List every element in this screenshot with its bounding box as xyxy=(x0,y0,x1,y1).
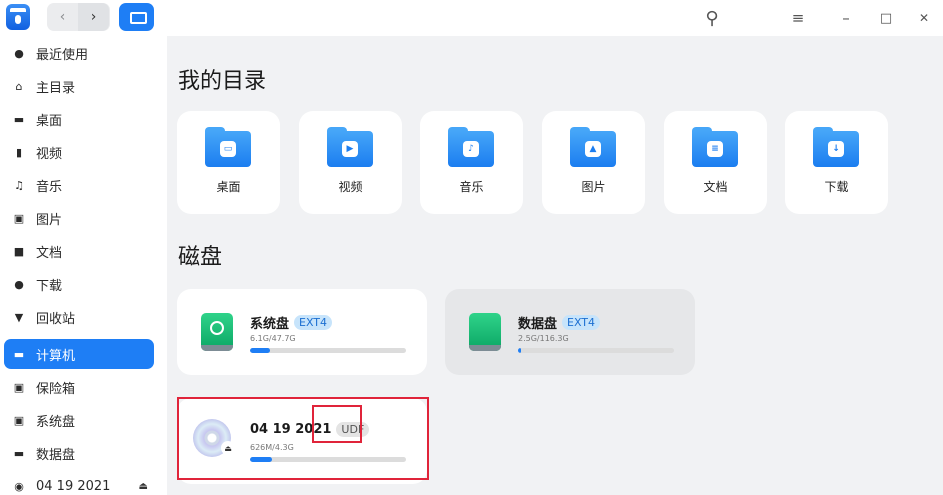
disk-usage-text: 2.5G/116.3G xyxy=(518,334,569,343)
sidebar-item-recent[interactable]: ● 最近使用 xyxy=(4,38,154,68)
menu-icon[interactable]: ≡ xyxy=(786,6,810,30)
disks-section-title: 磁盘 xyxy=(178,245,223,270)
sidebar-item-label: 图片 xyxy=(36,212,63,228)
music-folder-icon: ♪ xyxy=(448,127,494,167)
sidebar-item-pictures[interactable]: ▣ 图片 xyxy=(4,203,154,233)
sidebar-item-label: 回收站 xyxy=(36,311,76,327)
main-content: 我的目录 ▭ 桌面 ▶ 视频 ♪ 音乐 ▲ 图片 ≡ 文档 ↓ 下载 磁盘 系统… xyxy=(167,36,943,495)
sidebar-item-computer[interactable]: ▬ 计算机 xyxy=(4,339,154,369)
video-icon: ▮ xyxy=(15,145,23,159)
sidebar-item-label: 计算机 xyxy=(36,348,76,364)
data-disk-icon: ▬ xyxy=(13,446,25,460)
disk-usage-text: 6.1G/47.7G xyxy=(250,334,296,343)
folders-section-title: 我的目录 xyxy=(178,69,267,94)
highlight-box-badge xyxy=(312,405,362,443)
sidebar-item-optical-disc[interactable]: ◉ 04 19 2021 ⏏ xyxy=(4,471,154,495)
sidebar-item-label: 保险箱 xyxy=(36,381,76,397)
home-icon: ⌂ xyxy=(15,79,23,93)
vault-icon: ▣ xyxy=(13,380,25,394)
computer-icon: ▬ xyxy=(13,347,25,361)
folder-label: 图片 xyxy=(581,180,606,194)
sidebar-item-home[interactable]: ⌂ 主目录 xyxy=(4,71,154,101)
folder-label: 视频 xyxy=(338,180,363,194)
download-icon: ● xyxy=(14,277,24,291)
clock-icon: ● xyxy=(14,46,24,60)
view-mode-button[interactable] xyxy=(119,3,154,31)
sidebar-item-desktop[interactable]: ▬ 桌面 xyxy=(4,104,154,134)
eject-icon[interactable]: ⏏ xyxy=(139,481,148,492)
sidebar: ● 最近使用 ⌂ 主目录 ▬ 桌面 ▮ 视频 ♫ 音乐 ▣ 图片 ■ 文档 ● … xyxy=(0,36,167,495)
folder-label: 音乐 xyxy=(459,180,484,194)
folder-label: 桌面 xyxy=(216,180,241,194)
folder-card-pictures[interactable]: ▲ 图片 xyxy=(542,111,645,214)
sidebar-item-label: 主目录 xyxy=(36,80,76,96)
sidebar-item-videos[interactable]: ▮ 视频 xyxy=(4,137,154,167)
folder-card-desktop[interactable]: ▭ 桌面 xyxy=(177,111,280,214)
disk-card-system[interactable]: 系统盘 EXT4 6.1G/47.7G xyxy=(177,289,427,375)
maximize-icon[interactable]: □ xyxy=(874,6,898,30)
sidebar-item-documents[interactable]: ■ 文档 xyxy=(4,236,154,266)
sidebar-item-label: 下载 xyxy=(36,278,63,294)
sidebar-item-label: 最近使用 xyxy=(36,47,89,63)
sidebar-item-label: 04 19 2021 xyxy=(36,478,111,494)
folder-label: 下载 xyxy=(824,180,849,194)
data-disk-icon xyxy=(469,313,501,351)
folder-card-videos[interactable]: ▶ 视频 xyxy=(299,111,402,214)
sidebar-item-system-disk[interactable]: ▣ 系统盘 xyxy=(4,405,154,435)
sidebar-item-label: 音乐 xyxy=(36,179,63,195)
forward-button[interactable]: › xyxy=(78,3,109,31)
document-icon: ■ xyxy=(13,244,25,258)
title-bar: ‹ › ⚲ ≡ – □ ✕ xyxy=(0,0,943,36)
disk-usage-bar xyxy=(518,348,674,353)
app-logo-icon xyxy=(6,4,30,30)
desktop-folder-icon: ▭ xyxy=(205,127,251,167)
sidebar-item-label: 桌面 xyxy=(36,113,63,129)
search-icon[interactable]: ⚲ xyxy=(700,6,724,30)
filesystem-badge: EXT4 xyxy=(294,315,333,330)
minimize-icon[interactable]: – xyxy=(834,6,858,30)
system-disk-icon xyxy=(201,313,233,351)
sidebar-item-label: 视频 xyxy=(36,146,63,162)
highlight-box-disk xyxy=(177,397,429,480)
trash-icon: ▼ xyxy=(14,310,24,324)
close-icon[interactable]: ✕ xyxy=(912,6,936,30)
folder-card-music[interactable]: ♪ 音乐 xyxy=(420,111,523,214)
downloads-folder-icon: ↓ xyxy=(813,127,859,167)
video-folder-icon: ▶ xyxy=(327,127,373,167)
disk-name: 系统盘 xyxy=(250,317,290,332)
disk-name-row: 数据盘 EXT4 xyxy=(518,313,601,332)
folder-label: 文档 xyxy=(703,180,728,194)
desktop-icon: ▬ xyxy=(13,112,25,126)
documents-folder-icon: ≡ xyxy=(692,127,738,167)
sidebar-item-label: 文档 xyxy=(36,245,63,261)
pictures-folder-icon: ▲ xyxy=(570,127,616,167)
cd-icon: ◉ xyxy=(14,479,24,493)
sidebar-item-music[interactable]: ♫ 音乐 xyxy=(4,170,154,200)
filesystem-badge: EXT4 xyxy=(562,315,601,330)
disk-card-data[interactable]: 数据盘 EXT4 2.5G/116.3G xyxy=(445,289,695,375)
sidebar-item-label: 数据盘 xyxy=(36,447,76,463)
sidebar-item-data-disk[interactable]: ▬ 数据盘 xyxy=(4,438,154,468)
folder-card-documents[interactable]: ≡ 文档 xyxy=(664,111,767,214)
sidebar-item-vault[interactable]: ▣ 保险箱 xyxy=(4,372,154,402)
sidebar-item-downloads[interactable]: ● 下载 xyxy=(4,269,154,299)
folder-card-downloads[interactable]: ↓ 下载 xyxy=(785,111,888,214)
back-button[interactable]: ‹ xyxy=(47,3,78,31)
disk-name-row: 系统盘 EXT4 xyxy=(250,313,333,332)
music-icon: ♫ xyxy=(14,178,24,192)
system-disk-icon: ▣ xyxy=(13,413,25,427)
navigation-group: ‹ › xyxy=(47,3,110,31)
disk-name: 数据盘 xyxy=(518,317,558,332)
sidebar-item-label: 系统盘 xyxy=(36,414,76,430)
image-icon: ▣ xyxy=(13,211,25,225)
disk-usage-bar xyxy=(250,348,406,353)
sidebar-item-trash[interactable]: ▼ 回收站 xyxy=(4,302,154,332)
